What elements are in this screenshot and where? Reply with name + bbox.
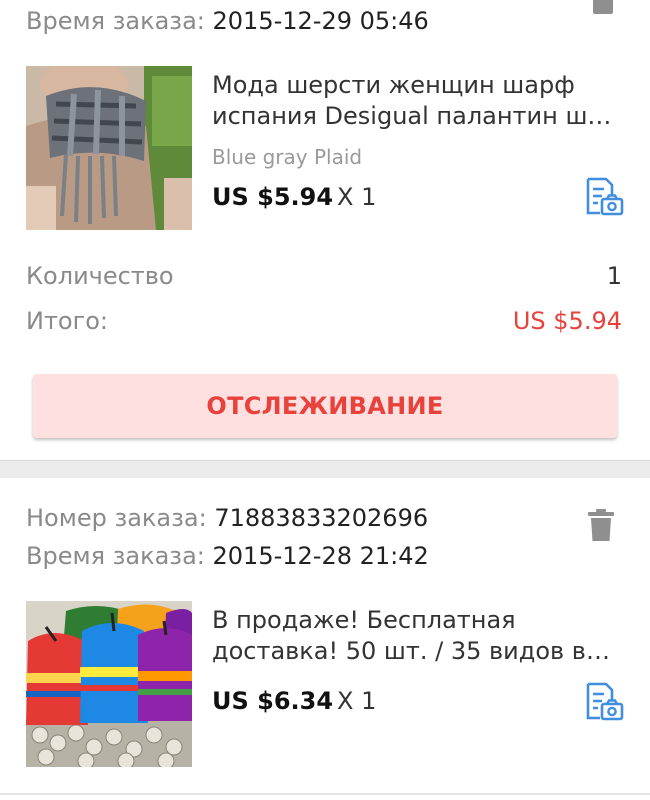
order-number-value: 71883833202696 (214, 504, 429, 532)
product-title-line-1: Мода шерсти женщин шарф (212, 71, 575, 99)
scarf-product-photo (26, 66, 192, 230)
product-title[interactable]: Мода шерсти женщин шарф испания Desigual… (212, 70, 620, 132)
quantity-label: Количество (26, 262, 174, 290)
product-quantity: X 1 (337, 687, 377, 715)
order-separator (0, 460, 650, 478)
product-quantity: X 1 (337, 183, 377, 211)
order-bottom-divider (0, 793, 650, 795)
order-number-row: Номер заказа: 71883833202696 (26, 503, 428, 533)
order-time-value: 2015-12-28 21:42 (212, 542, 429, 570)
product-price-row: US $6.34 X 1 (212, 687, 376, 715)
order-time-row: Время заказа: 2015-12-28 21:42 (26, 541, 429, 571)
gift-bags-product-photo (26, 601, 192, 767)
tracking-button[interactable]: ОТСЛЕЖИВАНИЕ (33, 374, 617, 438)
total-value: US $5.94 (512, 307, 622, 335)
product-price: US $6.34 (212, 687, 334, 715)
order-time-value: 2015-12-29 05:46 (212, 7, 429, 35)
order-time-label: Время заказа: (26, 7, 205, 35)
product-price: US $5.94 (212, 183, 334, 211)
product-price-row: US $5.94 X 1 (212, 183, 376, 211)
product-title-line-2: доставка! 50 шт. / 35 видов вк… (212, 637, 620, 665)
order-number-label: Номер заказа: (26, 504, 207, 532)
product-thumbnail[interactable] (26, 601, 192, 767)
total-label: Итого: (26, 307, 108, 335)
order-time-row: Время заказа: 2015-12-29 05:46 (26, 6, 429, 36)
quantity-value: 1 (606, 262, 622, 290)
product-thumbnail[interactable] (26, 66, 192, 230)
order-time-label: Время заказа: (26, 542, 205, 570)
product-title[interactable]: В продаже! Бесплатная доставка! 50 шт. /… (212, 605, 620, 667)
product-title-line-2: испания Desigual палантин ша… (212, 102, 620, 130)
trash-icon[interactable] (588, 509, 614, 541)
order-snapshot-icon[interactable] (584, 177, 624, 217)
order-snapshot-icon[interactable] (584, 682, 624, 722)
product-variant: Blue gray Plaid (212, 145, 363, 169)
product-title-line-1: В продаже! Бесплатная (212, 606, 516, 634)
trash-icon[interactable] (590, 0, 616, 14)
